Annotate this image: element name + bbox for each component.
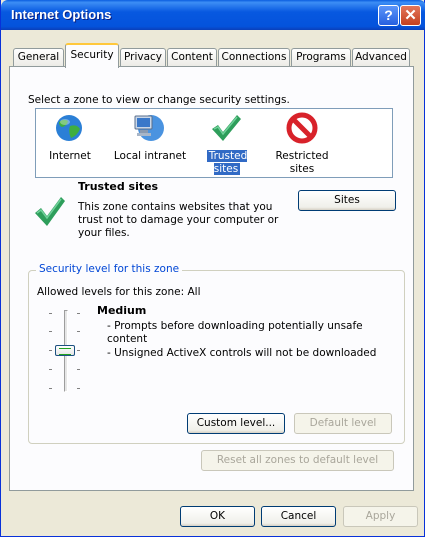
custom-level-button[interactable]: Custom level... [187,413,285,434]
security-level-slider-thumb[interactable] [55,345,75,356]
slider-tick [49,388,52,389]
security-level-point: - Prompts before downloading potentially… [107,320,363,345]
ok-button[interactable]: OK [180,506,255,527]
slider-tick [49,313,52,314]
slider-tick [77,313,80,314]
no-entry-icon[interactable] [286,112,318,144]
zone-label-internet[interactable]: Internet [43,150,97,163]
zone-title: Trusted sites [78,180,159,193]
zone-instruction: Select a zone to view or change security… [28,94,290,106]
globe-icon[interactable] [53,113,85,143]
slider-tick [49,331,52,332]
default-level-button[interactable]: Default level [294,413,392,434]
cancel-button[interactable]: Cancel [261,506,336,527]
internet-options-dialog: Internet Options ? ✕ General Security Pr… [0,0,425,537]
checkmark-icon[interactable] [209,112,243,144]
security-level-legend: Security level for this zone [36,263,183,275]
security-level-name: Medium [97,304,147,317]
zone-description: This zone contains websites that you tru… [78,201,279,239]
slider-tick [49,350,52,351]
apply-button[interactable]: Apply [343,506,418,527]
tab-privacy[interactable]: Privacy [120,48,166,66]
tab-security[interactable]: Security [65,43,119,68]
zone-label-trusted-sites[interactable]: Trusted sites [192,150,262,176]
tab-programs[interactable]: Programs [291,48,351,66]
zone-label-local-intranet[interactable]: Local intranet [113,150,187,163]
slider-tick [77,331,80,332]
help-button[interactable]: ? [378,5,399,26]
security-level-point: - Unsigned ActiveX controls will not be … [107,347,377,359]
allowed-levels-label: Allowed levels for this zone: All [37,286,201,298]
slider-tick [49,369,52,370]
slider-tick [77,369,80,370]
slider-tick [77,388,80,389]
zone-label-restricted-sites[interactable]: Restricted sites [273,150,331,176]
tab-general[interactable]: General [13,48,64,66]
tab-connections[interactable]: Connections [218,48,290,66]
close-button[interactable]: ✕ [400,5,421,26]
tab-content[interactable]: Content [167,48,217,66]
tab-strip: General Security Privacy Content Connect… [1,43,425,68]
title-bar[interactable]: Internet Options ? ✕ [1,0,425,30]
trusted-sites-checkmark-icon [33,193,67,229]
window-title: Internet Options [11,7,112,22]
tab-advanced[interactable]: Advanced [352,48,410,66]
reset-all-zones-button[interactable]: Reset all zones to default level [201,450,394,471]
sites-button[interactable]: Sites [298,190,396,211]
slider-tick [77,350,80,351]
computer-network-icon[interactable] [131,112,167,144]
